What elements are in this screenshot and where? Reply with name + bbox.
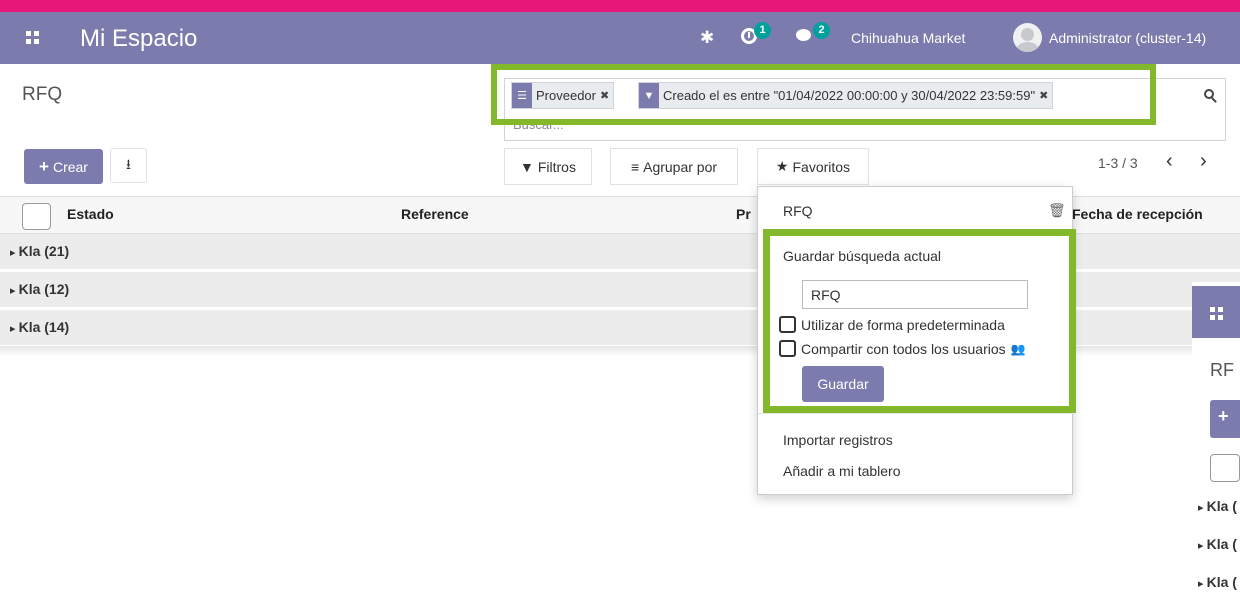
breadcrumb: RFQ <box>22 84 63 105</box>
favorites-button[interactable]: ★ Favoritos <box>757 148 869 185</box>
group-label: Kla (12) <box>10 281 70 297</box>
company-switcher[interactable]: Chihuahua Market <box>851 30 965 46</box>
saved-filter-item[interactable]: RFQ <box>783 203 813 219</box>
favorites-label: Favoritos <box>792 158 851 175</box>
apps-menu-icon[interactable] <box>26 31 39 44</box>
trash-icon[interactable]: 🗑 <box>1048 202 1066 219</box>
group-by-label: Agrupar por <box>643 158 718 175</box>
column-header[interactable]: Estado <box>67 206 114 222</box>
debug-icon[interactable]: ✱ <box>700 28 714 48</box>
chevron-right-icon[interactable]: › <box>1200 150 1207 173</box>
apps-menu-icon <box>1210 307 1223 320</box>
create-label: Crear <box>52 158 88 175</box>
messages-icon[interactable] <box>796 29 811 41</box>
background-window-fragment: RF + Kla ( Kla ( Kla ( <box>1192 282 1240 612</box>
group-by-button[interactable]: ≡ Agrupar por <box>610 148 738 185</box>
filter-icon: ▼ <box>520 158 534 175</box>
ghost-group-row: Kla ( <box>1198 574 1237 590</box>
ghost-breadcrumb: RF <box>1210 360 1234 380</box>
chevron-left-icon[interactable]: ‹ <box>1166 150 1173 173</box>
group-label: Kla (14) <box>10 319 70 335</box>
list-icon: ≡ <box>630 158 640 175</box>
ghost-checkbox <box>1210 454 1240 482</box>
filters-label: Filtros <box>537 158 576 175</box>
ghost-group-row: Kla ( <box>1198 536 1237 552</box>
download-icon[interactable]: ⭳ <box>110 148 147 183</box>
avatar[interactable] <box>1013 23 1042 52</box>
plus-icon: + <box>1210 400 1240 438</box>
star-icon: ★ <box>775 158 789 174</box>
highlight-frame-save <box>763 229 1076 413</box>
pager-value[interactable]: 1-3 / 3 <box>1098 155 1138 171</box>
app-title[interactable]: Mi Espacio <box>80 25 197 53</box>
import-records-item[interactable]: Importar registros <box>783 432 893 448</box>
select-all-checkbox[interactable] <box>22 203 51 230</box>
top-accent-strip <box>0 0 1240 12</box>
ghost-navbar <box>1192 286 1240 338</box>
group-label: Kla (21) <box>10 243 70 259</box>
activity-badge: 1 <box>754 22 771 39</box>
column-header[interactable]: Reference <box>401 206 469 222</box>
filters-button[interactable]: ▼ Filtros <box>504 148 592 185</box>
plus-icon: + <box>39 156 49 176</box>
messages-badge: 2 <box>813 22 830 39</box>
column-header[interactable]: Fecha de recepción <box>1072 206 1203 222</box>
search-icon[interactable] <box>1204 89 1218 103</box>
user-menu[interactable]: Administrator (cluster-14) <box>1049 30 1206 46</box>
top-navbar: Mi Espacio ✱ 1 2 Chihuahua Market Admini… <box>0 12 1240 64</box>
ghost-group-row: Kla ( <box>1198 498 1237 514</box>
create-button[interactable]: + Crear <box>24 149 103 184</box>
highlight-frame-search <box>491 64 1156 125</box>
add-to-dashboard-item[interactable]: Añadir a mi tablero <box>783 463 901 479</box>
column-header[interactable]: Pr <box>736 206 751 222</box>
divider <box>758 413 1073 414</box>
